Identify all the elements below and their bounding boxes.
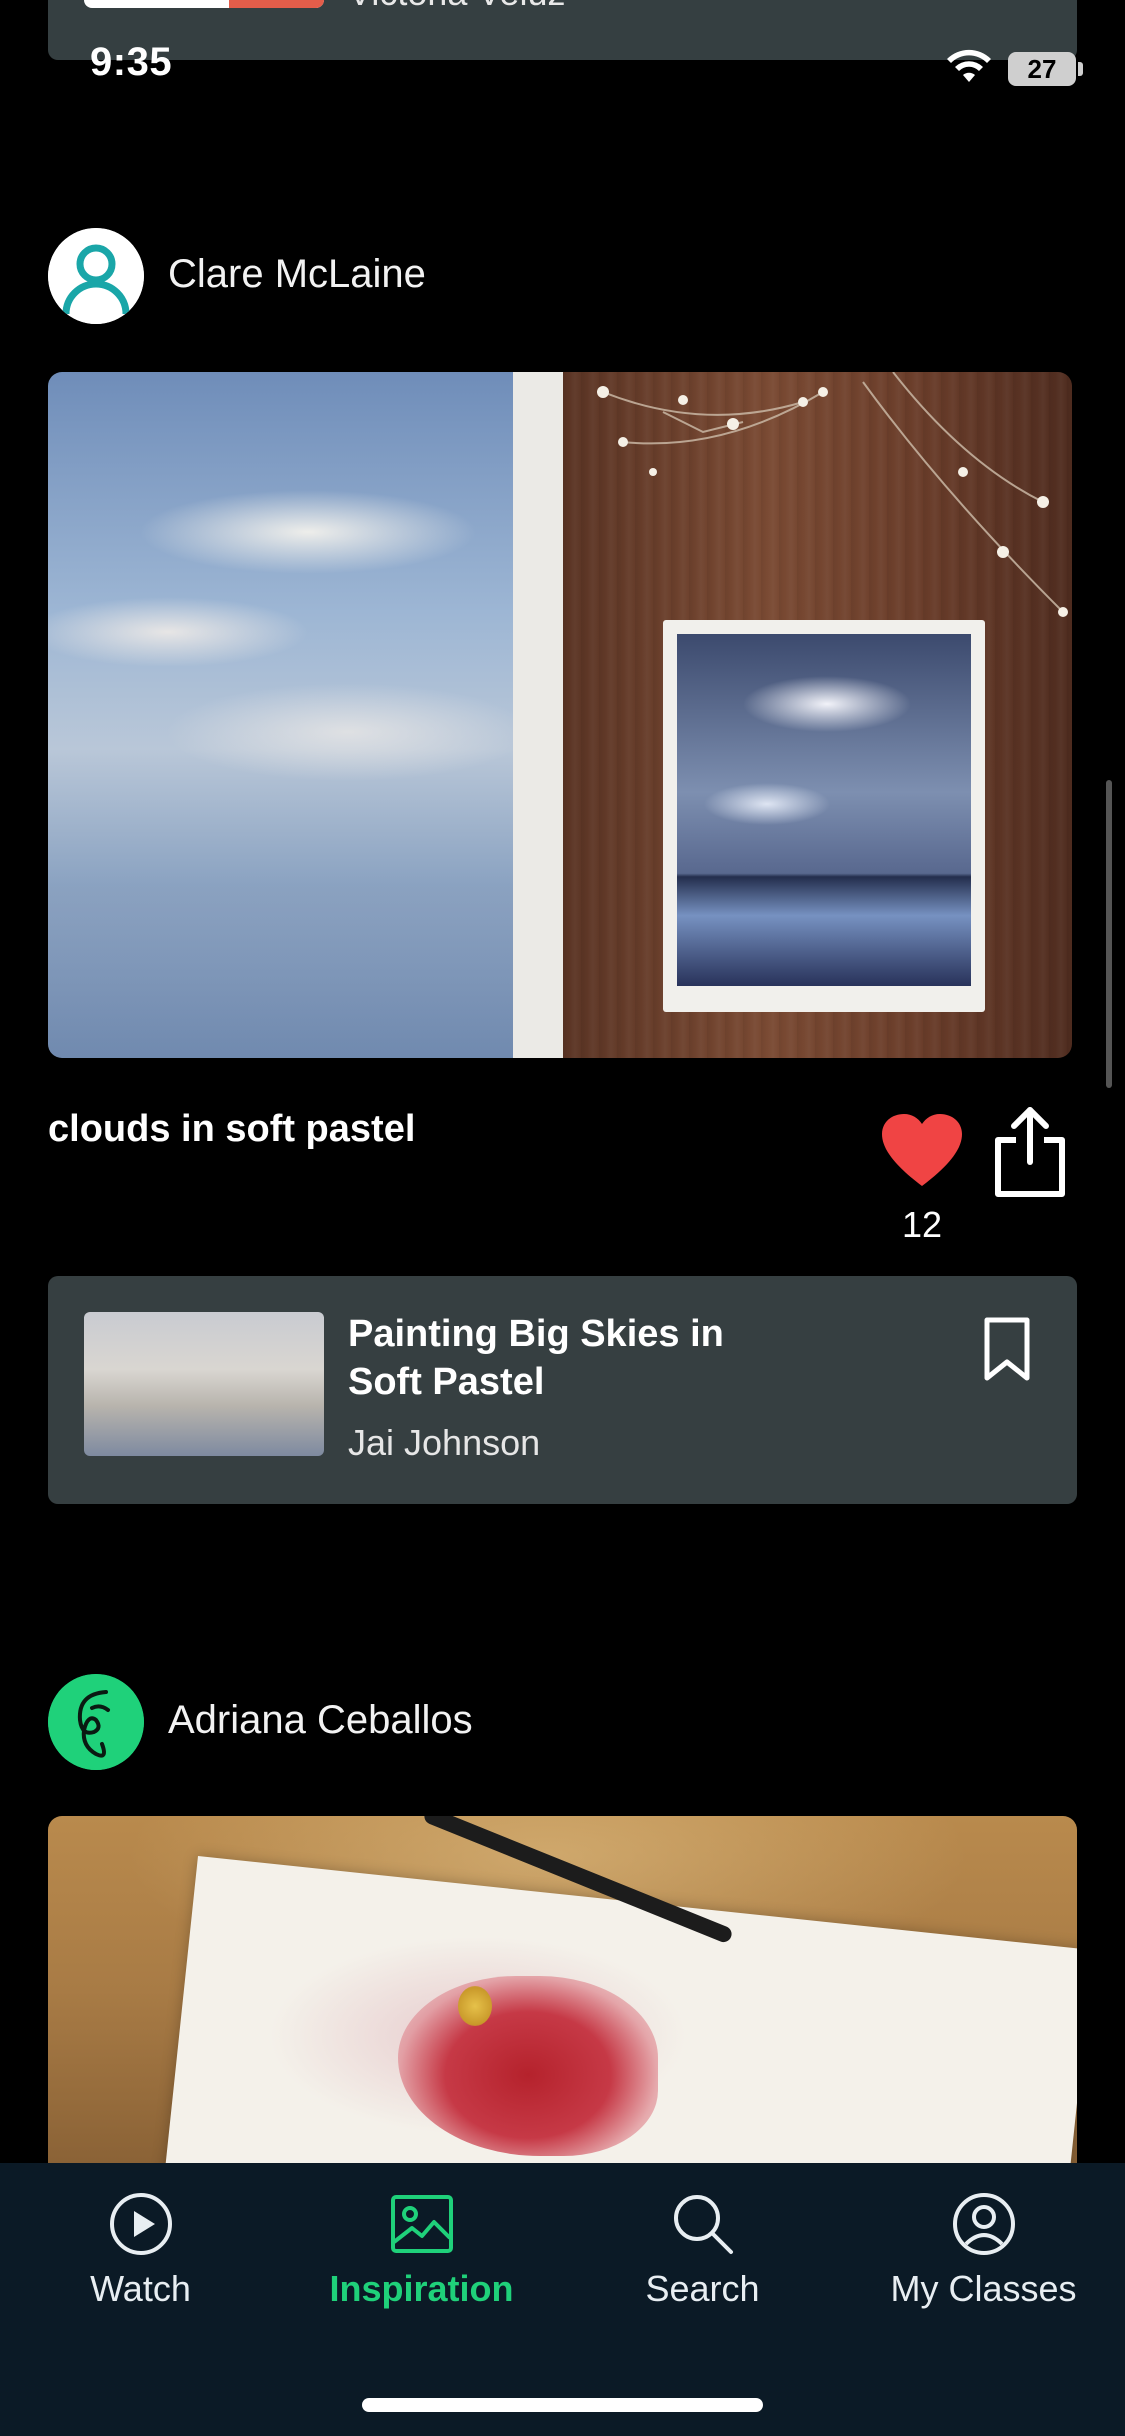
share-icon[interactable] <box>990 1106 1070 1200</box>
heart-icon[interactable] <box>880 1112 964 1188</box>
play-circle-icon <box>109 2193 172 2255</box>
post-author[interactable]: Adriana Ceballos <box>168 1698 473 1743</box>
paper-edge <box>513 372 563 1058</box>
image-icon <box>390 2195 453 2253</box>
framed-pastel-painting <box>663 620 985 1012</box>
battery-indicator: 27 <box>1008 52 1076 86</box>
battery-tip <box>1078 62 1083 76</box>
tab-label: Search <box>645 2268 760 2309</box>
previous-class-instructor: Victoria Veluz <box>348 0 565 14</box>
post-image[interactable] <box>48 372 1072 1058</box>
flower-stamen <box>458 1986 492 2026</box>
line-art-face-icon <box>48 1674 144 1770</box>
user-circle-icon <box>952 2193 1015 2255</box>
class-thumbnail <box>84 1312 324 1456</box>
post-image[interactable] <box>48 1816 1077 2166</box>
user-avatar-icon <box>48 228 144 324</box>
status-time: 9:35 <box>90 40 173 84</box>
like-count: 12 <box>901 1204 943 1245</box>
wood-background <box>563 372 1072 1058</box>
home-indicator[interactable] <box>362 2398 763 2412</box>
avatar[interactable] <box>48 1674 144 1770</box>
bookmark-icon[interactable] <box>982 1316 1032 1382</box>
previous-class-thumbnail <box>84 0 324 8</box>
tab-label: Inspiration <box>329 2268 514 2309</box>
tab-label: My Classes <box>890 2268 1077 2309</box>
pastel-painting-large <box>48 372 518 1058</box>
tab-label: Watch <box>90 2268 191 2309</box>
search-icon <box>673 2195 733 2254</box>
wifi-icon <box>947 49 991 82</box>
avatar[interactable] <box>48 228 144 324</box>
class-title: Painting Big Skies in Soft Pastel <box>348 1313 724 1403</box>
scrollbar[interactable] <box>1106 780 1112 1088</box>
post-author[interactable]: Clare McLaine <box>168 252 426 297</box>
class-card[interactable]: Painting Big Skies in Soft Pastel Jai Jo… <box>48 1276 1077 1504</box>
class-instructor: Jai Johnson <box>348 1422 541 1463</box>
previous-class-card[interactable]: Victoria Veluz <box>48 0 1077 60</box>
post-caption: clouds in soft pastel <box>48 1108 416 1150</box>
